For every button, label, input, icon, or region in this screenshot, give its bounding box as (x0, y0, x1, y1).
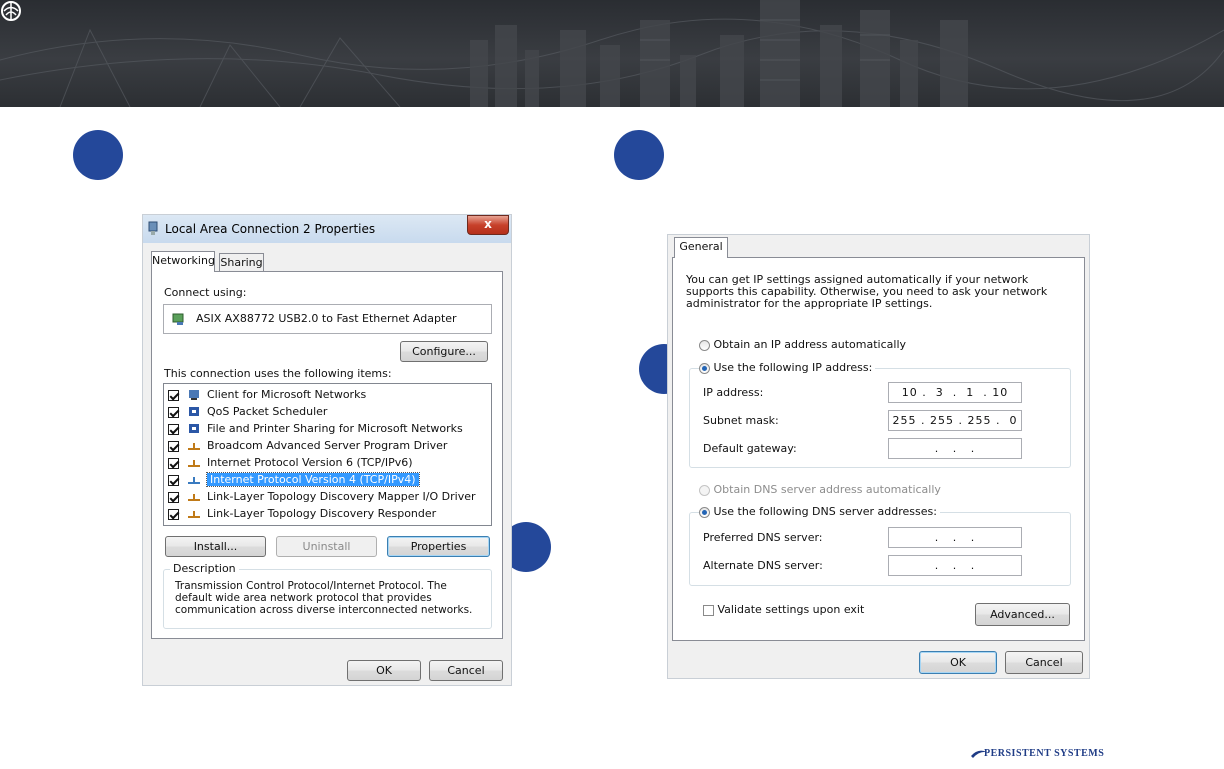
use-following-dns-label: Use the following DNS server addresses: (713, 505, 937, 518)
cancel-button[interactable]: Cancel (1005, 651, 1083, 674)
list-item[interactable]: QoS Packet Scheduler (168, 403, 327, 420)
city-skyline-graphic (0, 0, 1224, 107)
obtain-ip-auto-radio[interactable] (699, 339, 710, 351)
ip-address-field[interactable]: 10 . 3 . 1 . 10 (888, 382, 1022, 403)
preferred-dns-label: Preferred DNS server: (703, 531, 823, 544)
adapter-field: ASIX AX88772 USB2.0 to Fast Ethernet Ada… (163, 304, 492, 334)
use-following-ip-option[interactable]: Use the following IP address: (699, 361, 876, 374)
item-label: QoS Packet Scheduler (207, 405, 328, 418)
network-adapter-icon (172, 313, 184, 325)
default-gateway-label: Default gateway: (703, 442, 797, 455)
brand-name: PERSISTENT SYSTEMS (984, 748, 1105, 759)
connection-properties-dialog: Local Area Connection 2 Properties x Net… (142, 214, 512, 686)
preferred-dns-field[interactable]: . . . (888, 527, 1022, 548)
item-checkbox[interactable] (168, 389, 179, 401)
description-text: Transmission Control Protocol/Internet P… (175, 580, 473, 616)
list-item[interactable]: File and Printer Sharing for Microsoft N… (168, 420, 463, 437)
dialog-titlebar: Local Area Connection 2 Properties x (143, 215, 511, 243)
networking-panel: Connect using: ASIX AX88772 USB2.0 to Fa… (151, 271, 503, 639)
general-panel: You can get IP settings assigned automat… (672, 257, 1085, 641)
item-label: Client for Microsoft Networks (207, 388, 367, 401)
description-label: Description (170, 562, 239, 575)
properties-button[interactable]: Properties (387, 536, 490, 557)
network-adapter-icon (148, 221, 158, 235)
ok-button[interactable]: OK (919, 651, 997, 674)
item-label: Internet Protocol Version 4 (TCP/IPv4) (206, 472, 420, 487)
intro-text: You can get IP settings assigned automat… (686, 273, 1048, 310)
close-button[interactable]: x (467, 215, 509, 235)
ip-address-label: IP address: (703, 386, 764, 399)
protocol-icon (187, 494, 200, 501)
list-item[interactable]: Link-Layer Topology Discovery Mapper I/O… (168, 488, 476, 505)
use-following-dns-radio[interactable] (699, 506, 710, 518)
subnet-mask-label: Subnet mask: (703, 414, 779, 427)
obtain-ip-auto-label: Obtain an IP address automatically (713, 338, 907, 351)
ipv4-properties-dialog: General You can get IP settings assigned… (667, 234, 1090, 679)
protocol-icon (187, 460, 200, 467)
brand-logo-icon (1, 1, 21, 21)
alternate-dns-label: Alternate DNS server: (703, 559, 823, 572)
configure-button[interactable]: Configure... (400, 341, 488, 362)
obtain-dns-auto-option[interactable]: Obtain DNS server address automatically (699, 483, 941, 496)
protocol-icon (187, 443, 200, 450)
step-marker-3 (614, 130, 664, 180)
list-item[interactable]: Broadcom Advanced Server Program Driver (168, 437, 447, 454)
step-marker-1 (73, 130, 123, 180)
alternate-dns-field[interactable]: . . . (888, 555, 1022, 576)
tab-general[interactable]: General (674, 237, 728, 258)
obtain-dns-auto-label: Obtain DNS server address automatically (713, 483, 941, 496)
network-service-icon (188, 407, 199, 416)
description-group: Description Transmission Control Protoco… (163, 562, 492, 629)
item-checkbox[interactable] (168, 474, 179, 486)
item-checkbox[interactable] (168, 406, 179, 418)
header-banner (0, 0, 1224, 107)
tab-networking[interactable]: Networking (151, 251, 215, 272)
item-checkbox[interactable] (168, 457, 179, 469)
list-item[interactable]: Client for Microsoft Networks (168, 386, 366, 403)
item-checkbox[interactable] (168, 508, 179, 520)
item-label: Broadcom Advanced Server Program Driver (207, 439, 448, 452)
adapter-name: ASIX AX88772 USB2.0 to Fast Ethernet Ada… (196, 312, 457, 325)
list-item[interactable]: Link-Layer Topology Discovery Responder (168, 505, 436, 522)
item-label: File and Printer Sharing for Microsoft N… (207, 422, 463, 435)
network-client-icon (188, 390, 199, 400)
validate-settings-option[interactable]: Validate settings upon exit (703, 603, 864, 616)
item-checkbox[interactable] (168, 491, 179, 503)
item-label: Link-Layer Topology Discovery Responder (207, 507, 437, 520)
ok-button[interactable]: OK (347, 660, 421, 681)
network-service-icon (188, 424, 199, 433)
protocol-icon (187, 477, 200, 484)
obtain-dns-auto-radio[interactable] (699, 484, 710, 496)
install-button[interactable]: Install... (165, 536, 266, 557)
uninstall-button[interactable]: Uninstall (276, 536, 377, 557)
item-label: Link-Layer Topology Discovery Mapper I/O… (207, 490, 476, 503)
tab-sharing[interactable]: Sharing (219, 253, 264, 272)
connect-using-label: Connect using: (164, 286, 247, 299)
list-item-selected[interactable]: Internet Protocol Version 4 (TCP/IPv4) (168, 471, 420, 488)
items-list[interactable]: Client for Microsoft Networks QoS Packet… (163, 383, 492, 526)
advanced-button[interactable]: Advanced... (975, 603, 1070, 626)
item-label: Internet Protocol Version 6 (TCP/IPv6) (207, 456, 413, 469)
item-checkbox[interactable] (168, 423, 179, 435)
default-gateway-field[interactable]: . . . (888, 438, 1022, 459)
item-checkbox[interactable] (168, 440, 179, 452)
validate-settings-label: Validate settings upon exit (717, 603, 865, 616)
protocol-icon (187, 511, 200, 518)
dialog-title: Local Area Connection 2 Properties (165, 222, 376, 236)
list-item[interactable]: Internet Protocol Version 6 (TCP/IPv6) (168, 454, 413, 471)
subnet-mask-field[interactable]: 255 . 255 . 255 . 0 (888, 410, 1022, 431)
obtain-ip-auto-option[interactable]: Obtain an IP address automatically (699, 338, 906, 351)
use-following-ip-label: Use the following IP address: (713, 361, 873, 374)
use-following-dns-option[interactable]: Use the following DNS server addresses: (699, 505, 940, 518)
use-following-ip-radio[interactable] (699, 362, 710, 374)
validate-settings-checkbox[interactable] (703, 604, 714, 616)
items-label: This connection uses the following items… (164, 367, 392, 380)
cancel-button[interactable]: Cancel (429, 660, 503, 681)
